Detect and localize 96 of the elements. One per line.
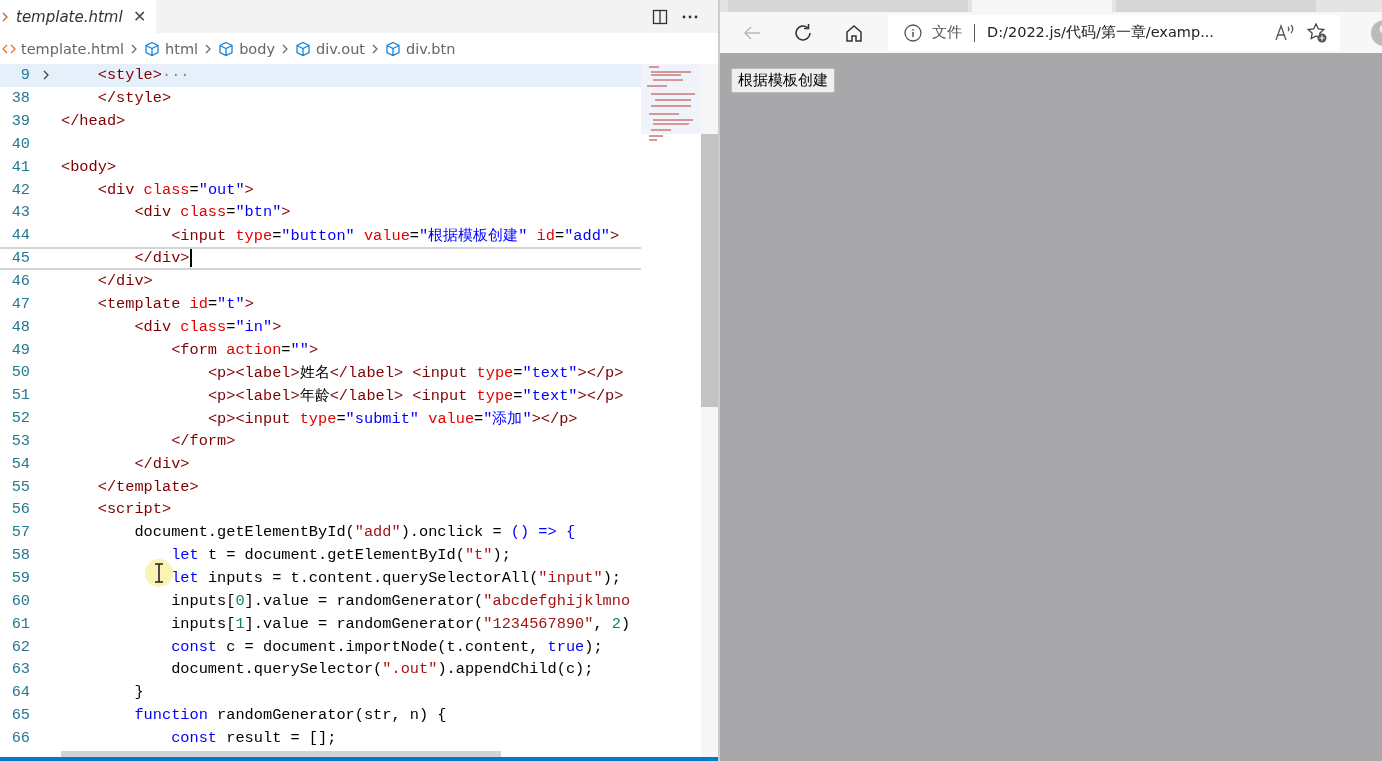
code-line: <div class="out"> — [97, 180, 254, 199]
chevron-icon — [372, 43, 379, 54]
line-number: 39 — [10, 112, 30, 131]
line-number: 42 — [10, 180, 30, 199]
site-info-label: 文件 — [932, 23, 962, 42]
code-line: <p><input type="submit" value="添加"></p> — [207, 408, 578, 429]
breadcrumb-item[interactable]: div.btn — [406, 40, 456, 57]
breadcrumb-item[interactable]: div.out — [316, 40, 366, 57]
breadcrumb-item[interactable]: html — [165, 40, 199, 57]
refresh-icon[interactable] — [792, 21, 814, 44]
code-line: inputs[1].value = randomGenerator("1234567890", 2) — [171, 614, 631, 633]
favorite-add-icon[interactable] — [1306, 21, 1328, 44]
code-line: document.getElementById("add").onclick = () => { — [134, 523, 576, 542]
line-number: 47 — [10, 294, 30, 313]
code-line: let t = document.getElementById("t"); — [171, 546, 511, 565]
line-number: 41 — [10, 157, 30, 176]
more-icon[interactable] — [682, 14, 698, 19]
code-line: const c = document.importNode(t.content, true); — [171, 637, 603, 656]
code-line: document.querySelector(".out").appendChild(c); — [171, 660, 594, 679]
code-line: <template id="t"> — [97, 294, 254, 313]
code-line: <form action=""> — [171, 340, 319, 359]
chevron-icon — [131, 43, 138, 54]
line-number: 48 — [10, 317, 30, 336]
code-line: </style> — [97, 89, 172, 108]
line-number: 63 — [10, 660, 30, 679]
code-line: function randomGenerator(str, n) { — [134, 706, 447, 725]
line-number: 62 — [10, 637, 30, 656]
line-number: 9 — [19, 66, 30, 85]
line-number: 40 — [10, 134, 30, 153]
code-line: const result = []; — [171, 728, 337, 747]
breadcrumb-item[interactable]: template.html — [21, 40, 125, 57]
line-number: 38 — [10, 89, 30, 108]
read-aloud-icon[interactable] — [1274, 22, 1296, 43]
code-line: </template> — [97, 477, 199, 496]
line-number: 52 — [10, 409, 30, 428]
cube-icon — [218, 40, 235, 57]
back-icon[interactable] — [742, 24, 762, 41]
line-number: 43 — [10, 203, 30, 222]
line-number: 45 — [10, 249, 30, 268]
breadcrumb-item[interactable]: body — [239, 40, 275, 57]
scrollbar-thumb[interactable] — [701, 134, 718, 407]
line-number: 53 — [10, 431, 30, 450]
line-number: 58 — [10, 546, 30, 565]
text-cursor-icon — [144, 558, 174, 588]
code-line: <style>··· — [97, 66, 190, 85]
line-number: 51 — [10, 386, 30, 405]
code-file-icon — [2, 43, 16, 54]
line-number: 50 — [10, 363, 30, 382]
code-line: <p><label>年龄</label> <input type="text"></p> — [207, 385, 624, 406]
cube-icon — [295, 40, 311, 57]
code-line: <div class="in"> — [134, 317, 282, 336]
line-number: 49 — [10, 340, 30, 359]
code-line: </div> — [97, 272, 153, 290]
line-number: 56 — [10, 500, 30, 519]
code-line: <div class="btn"> — [134, 203, 291, 222]
code-line: </form> — [171, 431, 236, 450]
code-line: <script> — [97, 500, 172, 519]
line-number: 59 — [10, 569, 30, 587]
code-line: </head> — [61, 112, 126, 131]
editor-tab[interactable]: template.html ✕ — [0, 0, 156, 33]
text-caret — [189, 249, 192, 268]
code-line: <input type="button" value="根据模板创建" id="add"> — [171, 225, 620, 246]
home-icon[interactable] — [844, 22, 864, 43]
line-number: 65 — [10, 706, 30, 725]
line-number: 61 — [10, 614, 30, 633]
line-number: 44 — [10, 226, 30, 245]
chevron-icon — [2, 11, 8, 22]
address-bar[interactable]: 文件 D:/2022.js/代码/第一章/examp... — [888, 14, 1340, 51]
code-line: <body> — [61, 157, 117, 176]
code-line: </div> — [134, 454, 190, 473]
url-text: D:/2022.js/代码/第一章/examp... — [987, 23, 1215, 42]
line-number: 66 — [10, 728, 30, 747]
profile-avatar[interactable] — [1370, 18, 1382, 47]
cube-icon — [385, 40, 402, 57]
code-line: let inputs = t.content.querySelectorAll("input"); — [171, 569, 621, 587]
create-from-template-button[interactable]: 根据模板创建 — [731, 68, 835, 93]
tab-title: template.html — [16, 7, 123, 26]
line-number: 64 — [10, 683, 30, 702]
line-number: 57 — [10, 523, 30, 542]
fold-chevron-icon[interactable] — [42, 70, 49, 81]
chevron-icon — [205, 43, 212, 54]
line-number: 46 — [10, 272, 30, 290]
code-line: inputs[0].value = randomGenerator("abcdefghijklmno — [171, 591, 631, 610]
line-number: 55 — [10, 477, 30, 496]
code-line: </div> — [134, 249, 190, 268]
minimap[interactable] — [641, 64, 701, 144]
close-button[interactable]: ✕ — [130, 7, 148, 26]
info-icon — [904, 23, 922, 42]
split-editor-icon[interactable] — [652, 8, 668, 25]
code-line: } — [134, 683, 144, 702]
code-line: <p><label>姓名</label> <input type="text"></p> — [207, 362, 624, 383]
line-number: 54 — [10, 454, 30, 473]
scrollbar-thumb[interactable] — [61, 751, 501, 757]
chevron-icon — [282, 43, 288, 54]
line-number: 60 — [10, 591, 30, 610]
cube-icon — [144, 40, 161, 57]
